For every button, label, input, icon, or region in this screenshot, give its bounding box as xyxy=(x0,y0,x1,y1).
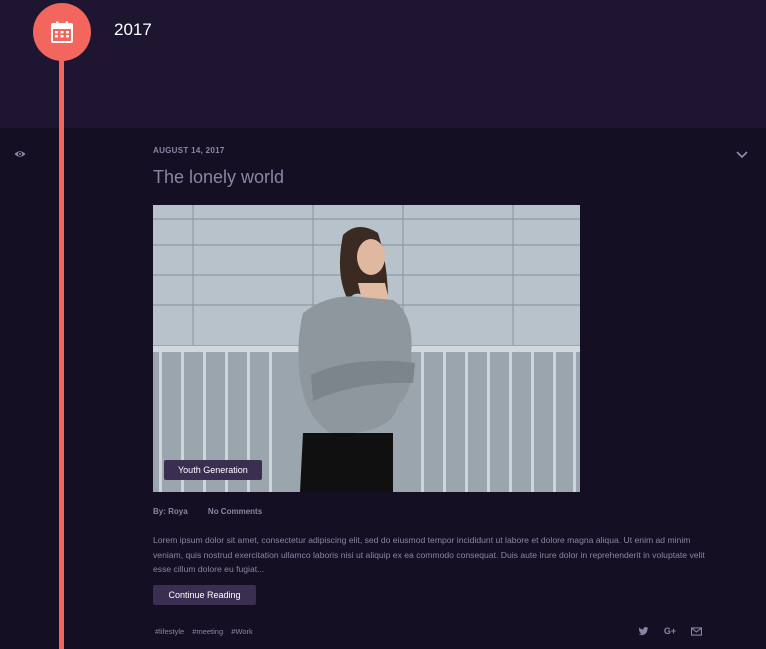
post-title[interactable]: The lonely world xyxy=(153,167,284,188)
year-badge xyxy=(33,3,91,61)
mail-icon xyxy=(690,626,702,636)
post-date: AUGUST 14, 2017 xyxy=(153,146,225,155)
post-photo xyxy=(153,205,580,492)
calendar-icon xyxy=(51,21,73,43)
tag-lifestyle[interactable]: #lifestyle xyxy=(155,627,184,636)
tag-meeting[interactable]: #meeting xyxy=(192,627,223,636)
eye-icon[interactable] xyxy=(14,149,26,159)
post-author[interactable]: By: Roya xyxy=(153,507,188,516)
share-gplus-button[interactable]: G+ xyxy=(662,625,678,637)
post-meta: By: Roya No Comments xyxy=(153,507,280,516)
year-label: 2017 xyxy=(114,20,152,39)
post-featured-image[interactable]: Youth Generation xyxy=(153,205,580,492)
timeline-line xyxy=(59,40,64,649)
chevron-down-icon[interactable] xyxy=(735,150,749,160)
continue-reading-button[interactable]: Continue Reading xyxy=(153,585,256,605)
post-tags: #lifestyle #meeting #Work xyxy=(155,627,259,636)
post-excerpt: Lorem ipsum dolor sit amet, consectetur … xyxy=(153,535,705,574)
tag-work[interactable]: #Work xyxy=(231,627,253,636)
post-comments[interactable]: No Comments xyxy=(208,507,262,516)
twitter-icon xyxy=(638,626,648,635)
share-twitter-button[interactable] xyxy=(637,625,649,637)
share-mail-button[interactable] xyxy=(690,625,702,637)
category-tag[interactable]: Youth Generation xyxy=(164,460,262,480)
